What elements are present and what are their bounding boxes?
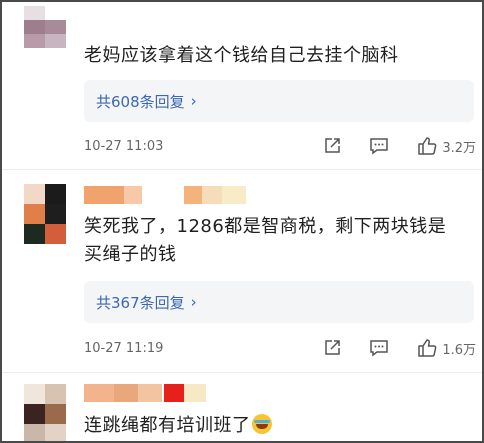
replies-count-label: 共608条回复 bbox=[96, 92, 185, 111]
comment-feed: 老妈应该拿着这个钱给自己去挂个脑科 共608条回复 › 10-27 11:03 … bbox=[0, 0, 484, 443]
timestamp: 10-27 11:19 bbox=[84, 340, 164, 356]
comment-button[interactable] bbox=[368, 338, 390, 358]
share-button[interactable] bbox=[322, 338, 342, 358]
username-blurred[interactable] bbox=[84, 186, 142, 204]
like-button[interactable]: 3.2万 bbox=[416, 135, 476, 157]
chevron-right-icon: › bbox=[190, 92, 197, 110]
comment-text-body: 连跳绳都有培训班了 bbox=[84, 415, 251, 436]
avatar[interactable] bbox=[24, 184, 66, 244]
thumbs-up-icon bbox=[418, 339, 437, 357]
avatar[interactable] bbox=[24, 384, 66, 441]
replies-link[interactable]: 共367条回复 › bbox=[96, 292, 197, 313]
like-button[interactable]: 1.6万 bbox=[416, 337, 476, 359]
divider bbox=[2, 372, 482, 373]
chevron-right-icon: › bbox=[190, 293, 197, 311]
comment-text: 老妈应该拿着这个钱给自己去挂个脑科 bbox=[84, 45, 399, 66]
comment-text-line: 买绳子的钱 bbox=[84, 244, 177, 265]
thumbs-up-icon bbox=[418, 137, 437, 155]
user-badge-blurred bbox=[184, 186, 246, 204]
like-count: 1.6万 bbox=[442, 342, 476, 358]
avatar[interactable] bbox=[24, 6, 66, 48]
comment-text-line: 笑死我了，1286都是智商税，剩下两块钱是 bbox=[84, 216, 447, 237]
replies-button[interactable]: 共608条回复 › bbox=[84, 80, 474, 122]
replies-button[interactable]: 共367条回复 › bbox=[84, 281, 474, 323]
comment-text: 笑死我了，1286都是智商税，剩下两块钱是 买绳子的钱 bbox=[84, 213, 446, 269]
laugh-cry-emoji-icon bbox=[251, 414, 272, 434]
comment-text: 连跳绳都有培训班了 bbox=[84, 412, 272, 440]
share-icon bbox=[325, 138, 341, 153]
share-icon bbox=[325, 340, 341, 355]
comment-icon bbox=[370, 340, 389, 357]
divider bbox=[2, 169, 482, 170]
user-badge-blurred bbox=[164, 384, 206, 402]
share-button[interactable] bbox=[322, 136, 342, 156]
comment-meta: 10-27 11:19 1.6万 bbox=[84, 337, 476, 359]
comment-button[interactable] bbox=[368, 136, 390, 156]
replies-count-label: 共367条回复 bbox=[96, 293, 185, 312]
comment-meta: 10-27 11:03 3.2万 bbox=[84, 135, 476, 157]
username-blurred[interactable] bbox=[84, 384, 162, 402]
replies-link[interactable]: 共608条回复 › bbox=[96, 91, 197, 112]
comment-icon bbox=[370, 138, 389, 155]
timestamp: 10-27 11:03 bbox=[84, 138, 164, 154]
like-count: 3.2万 bbox=[442, 140, 476, 156]
